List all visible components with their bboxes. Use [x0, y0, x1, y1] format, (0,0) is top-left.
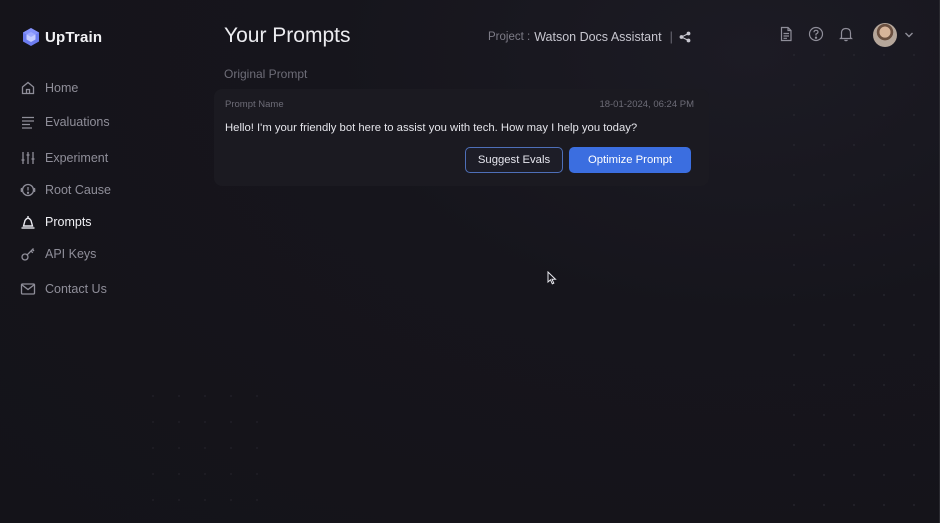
- mail-icon: [20, 283, 36, 295]
- sidebar-item-label: Evaluations: [45, 115, 110, 129]
- background-dot-pattern-left: [140, 383, 280, 523]
- alert-circle-icon: [20, 183, 36, 197]
- sidebar-item-label: API Keys: [45, 247, 97, 261]
- home-icon: [21, 81, 35, 95]
- list-icon: [22, 116, 34, 129]
- chevron-down-icon[interactable]: [904, 31, 914, 39]
- sidebar-item-label: Contact Us: [45, 282, 107, 296]
- project-label: Project :: [488, 31, 531, 43]
- sliders-icon: [21, 152, 35, 164]
- sidebar-item-evaluations[interactable]: Evaluations: [20, 110, 110, 134]
- header-actions: [778, 26, 868, 42]
- avatar[interactable]: [873, 23, 897, 47]
- brand-name: UpTrain: [45, 28, 103, 46]
- brand-logo[interactable]: UpTrain: [22, 27, 102, 47]
- uptrain-logo-icon: [23, 28, 39, 46]
- prompt-timestamp: 18-01-2024, 06:24 PM: [599, 99, 694, 110]
- divider: |: [669, 30, 673, 44]
- prompt-card: Prompt Name 18-01-2024, 06:24 PM Hello! …: [214, 89, 709, 186]
- key-icon: [21, 248, 35, 261]
- sidebar-item-label: Experiment: [45, 151, 109, 165]
- optimize-prompt-button[interactable]: Optimize Prompt: [569, 147, 691, 173]
- sidebar-item-experiment[interactable]: Experiment: [20, 146, 108, 170]
- mouse-cursor-icon: [547, 271, 557, 285]
- sidebar-item-label: Root Cause: [45, 183, 112, 197]
- suggest-evals-button[interactable]: Suggest Evals: [465, 147, 563, 173]
- sidebar-item-contact-us[interactable]: Contact Us: [20, 277, 107, 301]
- background-dot-pattern: [779, 40, 939, 520]
- prompt-text: Hello! I'm your friendly bot here to ass…: [225, 122, 638, 134]
- project-selector: Project : Watson Docs Assistant |: [488, 30, 691, 44]
- bell-prompt-icon: [21, 216, 35, 229]
- project-name[interactable]: Watson Docs Assistant: [534, 30, 661, 44]
- sidebar-item-home[interactable]: Home: [20, 76, 78, 100]
- app-window: UpTrain Home Evaluations Experiment Root…: [0, 0, 940, 523]
- share-icon[interactable]: [679, 31, 691, 43]
- sidebar-item-api-keys[interactable]: API Keys: [20, 242, 96, 266]
- sidebar-item-label: Prompts: [45, 215, 92, 229]
- notification-icon[interactable]: [838, 26, 854, 42]
- document-icon[interactable]: [778, 26, 794, 42]
- section-label: Original Prompt: [224, 67, 308, 81]
- sidebar-item-root-cause[interactable]: Root Cause: [20, 178, 111, 202]
- prompt-name-label: Prompt Name: [225, 99, 284, 110]
- page-title: Your Prompts: [224, 24, 351, 47]
- sidebar-item-label: Home: [45, 81, 79, 95]
- help-icon[interactable]: [808, 26, 824, 42]
- sidebar-item-prompts[interactable]: Prompts: [20, 210, 92, 234]
